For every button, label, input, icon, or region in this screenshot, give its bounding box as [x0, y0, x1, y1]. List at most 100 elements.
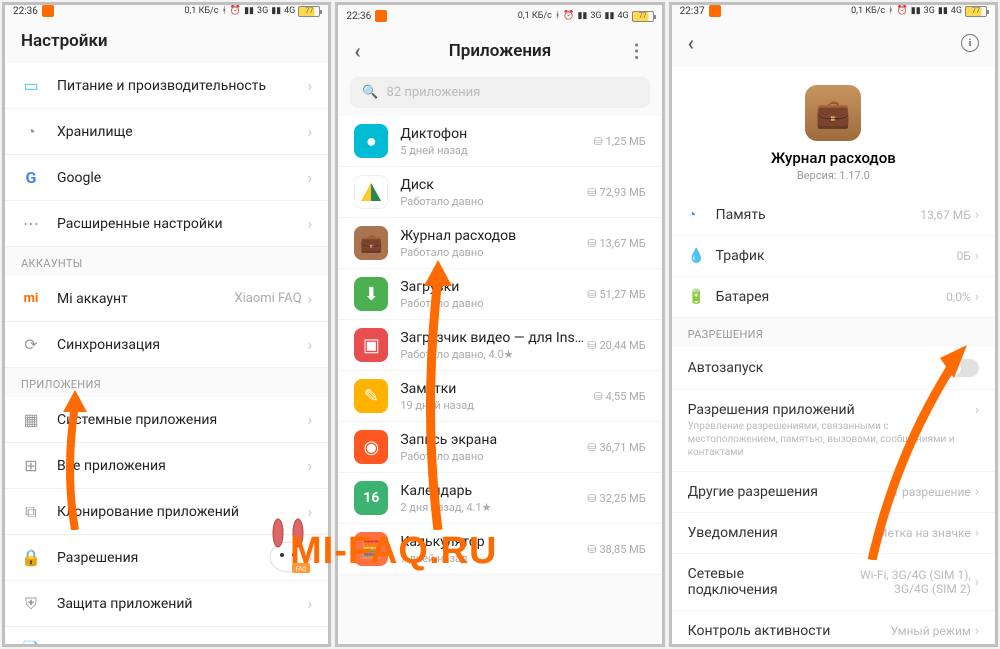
app-row[interactable]: Диск Работало давно ⛁72,93 МБ [338, 167, 661, 218]
storage-icon: ⛁ [587, 339, 596, 352]
chevron-right-icon: › [308, 410, 313, 429]
row-permissions[interactable]: 🔒 Разрешения › [5, 535, 328, 581]
section-permissions: Разрешения [672, 318, 995, 347]
battery-icon: 77 [298, 6, 320, 17]
row-all-apps[interactable]: ⊞ Все приложения › [5, 443, 328, 489]
app-icon: 💼 [354, 226, 388, 260]
row-label: Расширенные настройки [57, 216, 308, 232]
app-icon: 🧮 [354, 532, 388, 566]
app-icon: ▣ [354, 328, 388, 362]
row-activity[interactable]: Контроль активности Умный режим › [672, 611, 995, 647]
traffic-icon: 💧 [688, 248, 706, 264]
row-value: 0,0% [946, 290, 971, 304]
row-label: Синхронизация [57, 337, 308, 353]
alarm-icon: ⏰ [563, 11, 574, 21]
more-button[interactable]: ⋮ [628, 41, 646, 62]
app-row[interactable]: 💼 Журнал расходов Работало давно ⛁13,67 … [338, 218, 661, 269]
row-system-apps[interactable]: ▦ Системные приложения › [5, 397, 328, 443]
row-autostart[interactable]: Автозапуск [672, 347, 995, 390]
row-label: Память [716, 207, 921, 223]
row-value: 0Б [956, 249, 970, 263]
row-value: 1 разрешение [892, 485, 970, 499]
app-list: ● Диктофон 5 дней назад ⛁1,25 МБ Диск Ра… [338, 116, 661, 575]
page-title: Настройки [5, 17, 328, 63]
alarm-icon: ⏰ [897, 6, 908, 16]
row-label: Все приложения [57, 458, 308, 474]
app-row[interactable]: ✎ Заметки 19 дней назад ⛁4,55 МБ [338, 371, 661, 422]
chevron-right-icon: › [975, 623, 979, 639]
row-power[interactable]: ▭ Питание и производительность › [5, 63, 328, 109]
row-label: Автозапуск [688, 360, 945, 376]
row-value: Умный режим [891, 624, 971, 638]
row-value: 13,67 МБ [920, 208, 970, 222]
app-name-label: Журнал расходов [400, 228, 587, 244]
app-sub-label: 5 дней назад [400, 144, 593, 157]
autostart-toggle[interactable] [945, 359, 979, 377]
row-label: Трафик [716, 248, 957, 264]
app-sub-label: Работало давно [400, 195, 587, 208]
row-report[interactable]: 📄 Отчет › [5, 627, 328, 647]
app-row[interactable]: 16 Календарь 2 дня назад, 4.1★ ⛁32,25 МБ [338, 473, 661, 524]
chevron-right-icon: › [975, 484, 979, 500]
app-badge-icon [709, 5, 721, 17]
app-size-label: ⛁72,93 МБ [587, 186, 645, 199]
row-value: Wi-Fi, 3G/4G (SIM 1), 3G/4G (SIM 2) [831, 568, 971, 596]
back-button[interactable]: ‹ [688, 31, 694, 55]
memory-icon: ◔ [688, 206, 706, 223]
row-battery[interactable]: 🔋 Батарея 0,0% › [672, 277, 995, 318]
storage-icon: ⛁ [587, 288, 596, 301]
app-size-label: ⛁1,25 МБ [593, 135, 645, 148]
chevron-right-icon: › [975, 248, 979, 264]
signal-icon: ▮▮ [244, 6, 254, 16]
battery-icon: ▭ [21, 76, 41, 96]
back-button[interactable]: ‹ [354, 39, 360, 63]
row-label: Другие разрешения [688, 484, 893, 500]
row-sync[interactable]: ⟳ Синхронизация › [5, 322, 328, 368]
dots-icon: ⋯ [21, 214, 41, 234]
signal-icon: ▮▮ [605, 11, 615, 21]
info-button[interactable]: i [961, 34, 979, 52]
app-row[interactable]: ⬇ Загрузки Работало давно ⛁51,27 МБ [338, 269, 661, 320]
row-network[interactable]: Сетевые подключения Wi-Fi, 3G/4G (SIM 1)… [672, 554, 995, 611]
app-name-label: Загрузки [400, 279, 587, 295]
search-input[interactable]: 🔍 82 приложения [350, 77, 649, 108]
app-size-label: ⛁38,85 МБ [587, 543, 645, 556]
app-bar: ‹ Приложения ⋮ [338, 27, 661, 73]
storage-icon: ⛁ [587, 186, 596, 199]
storage-icon: ⛁ [593, 390, 602, 403]
row-storage[interactable]: ◔ Хранилище › [5, 109, 328, 155]
app-size-label: ⛁51,27 МБ [587, 288, 645, 301]
sig2: 4G [284, 6, 295, 16]
row-sublabel: Управление разрешениями, связанными с ме… [688, 420, 979, 459]
row-notifications[interactable]: Уведомления Метка на значке › [672, 513, 995, 554]
app-row[interactable]: 🧮 Калькулятор 7 дней назад ⛁38,85 МБ [338, 524, 661, 575]
app-badge-icon [42, 5, 54, 17]
row-clone-apps[interactable]: ⧉ Клонирование приложений › [5, 489, 328, 535]
app-icon: 💼 [805, 85, 861, 141]
row-app-protect[interactable]: ⛨ Защита приложений › [5, 581, 328, 627]
app-row[interactable]: ● Диктофон 5 дней назад ⛁1,25 МБ [338, 116, 661, 167]
row-memory[interactable]: ◔ Память 13,67 МБ › [672, 194, 995, 236]
storage-icon: ⛁ [587, 237, 596, 250]
page-title: Приложения [449, 41, 551, 61]
chevron-right-icon: › [308, 76, 313, 95]
sig2: 4G [951, 6, 962, 16]
app-version: Версия: 1.17.0 [797, 169, 870, 182]
row-mi-account[interactable]: mi Mi аккаунт Xiaomi FAQ › [5, 276, 328, 322]
chevron-right-icon: › [308, 335, 313, 354]
search-icon: 🔍 [362, 85, 378, 100]
row-app-permissions[interactable]: Разрешения приложений › Управление разре… [672, 390, 995, 472]
app-size-label: ⛁32,25 МБ [587, 492, 645, 505]
net-speed: 0,1 КБ/с [851, 6, 885, 16]
row-google[interactable]: G Google › [5, 155, 328, 201]
app-row[interactable]: ◉ Запись экрана Работало давно ⛁36,71 МБ [338, 422, 661, 473]
sig1: 3G [257, 6, 268, 16]
app-row[interactable]: ▣ Загрузчик видео — для Instagram Работа… [338, 320, 661, 371]
net-speed: 0,1 КБ/с [184, 6, 218, 16]
row-advanced[interactable]: ⋯ Расширенные настройки › [5, 201, 328, 247]
row-traffic[interactable]: 💧 Трафик 0Б › [672, 236, 995, 277]
app-icon [354, 175, 388, 209]
shield-icon: ⛨ [21, 594, 41, 614]
row-other-permissions[interactable]: Другие разрешения 1 разрешение › [672, 472, 995, 513]
app-badge-icon [375, 10, 387, 22]
